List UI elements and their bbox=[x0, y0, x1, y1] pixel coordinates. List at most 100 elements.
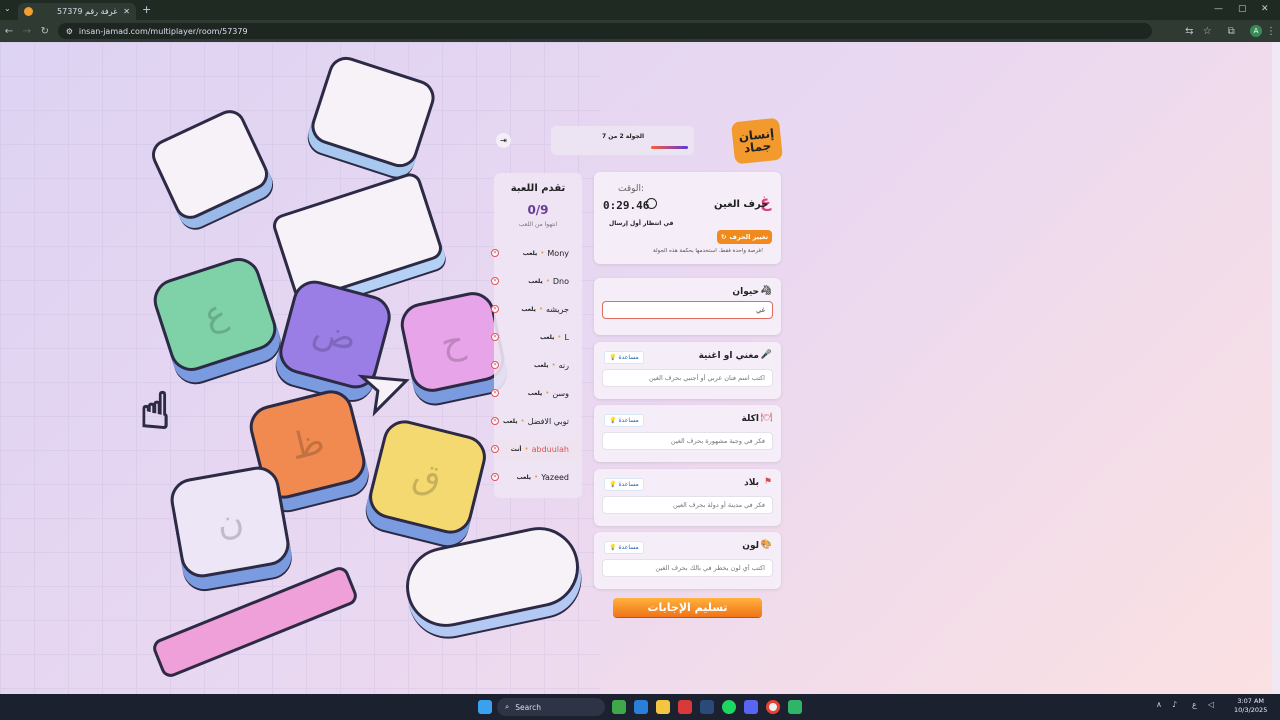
volume-icon[interactable]: ◁ bbox=[1208, 700, 1214, 709]
kick-player-icon[interactable]: ✕ bbox=[491, 249, 499, 257]
clock-date: 10/3/2025 bbox=[1234, 706, 1268, 714]
category-answer-input[interactable] bbox=[602, 559, 773, 577]
discord-icon[interactable] bbox=[744, 700, 758, 714]
player-status: يلعب bbox=[539, 333, 555, 341]
category-name: حيوان bbox=[732, 287, 759, 297]
refresh-icon: ↻ bbox=[720, 233, 727, 241]
taskbar-search[interactable]: ⌕ Search bbox=[497, 698, 605, 716]
lightbulb-icon: 💡 bbox=[609, 480, 617, 488]
player-row: ✕ يلعب • L bbox=[491, 326, 581, 348]
player-status: يلعب bbox=[516, 473, 532, 481]
player-name: Mony bbox=[547, 248, 569, 258]
progress-count: 0/9 bbox=[527, 203, 549, 217]
category-icon: 🍽 bbox=[760, 413, 772, 423]
player-row: ✕ يلعب • وسن bbox=[491, 382, 581, 404]
hint-icon: • bbox=[524, 445, 529, 453]
minimize-icon[interactable]: — bbox=[1214, 4, 1223, 14]
player-row: ✕ يلعب • جريشه bbox=[491, 298, 581, 320]
player-name: رنه bbox=[558, 360, 569, 370]
category-card: 🎨 لون 💡 مساعدة bbox=[594, 532, 781, 589]
game-progress-panel: تقدم اللعبة 0/9 انتهوا من اللعب ✕ يلعب • Mo… bbox=[491, 173, 582, 498]
hint-icon: • bbox=[538, 305, 543, 313]
player-status: يلعب bbox=[528, 277, 543, 285]
submit-answers-button[interactable]: تسليم الإجابات bbox=[613, 598, 762, 617]
search-icon: ⌕ bbox=[505, 702, 510, 711]
help-label: مساعدة bbox=[618, 480, 639, 488]
category-card: 🦓 حيوان bbox=[594, 278, 781, 335]
windows-taskbar: ⌕ Search ∧ ♪ ع ◁ 3:07 AM 10/3/2025 bbox=[0, 694, 1280, 720]
player-status: يلعب bbox=[521, 305, 536, 313]
category-answer-input[interactable] bbox=[602, 432, 773, 450]
xbox-icon[interactable] bbox=[612, 700, 626, 714]
maximize-icon[interactable]: ▢ bbox=[1238, 4, 1247, 14]
tray-chevron-icon[interactable]: ∧ bbox=[1156, 700, 1162, 709]
search-label: Search bbox=[515, 702, 541, 712]
language-indicator[interactable]: ع bbox=[1192, 700, 1197, 709]
help-button[interactable]: 💡 مساعدة bbox=[604, 477, 644, 491]
category-answer-input[interactable] bbox=[602, 495, 773, 514]
tab-menu-icon[interactable]: ⌄ bbox=[4, 4, 11, 13]
new-tab-icon[interactable]: + bbox=[142, 3, 151, 16]
category-card: ⚑ بلاد 💡 مساعدة bbox=[594, 468, 781, 526]
start-icon[interactable] bbox=[478, 700, 492, 714]
player-row: ✕ يلعب • Yazeed bbox=[491, 466, 581, 488]
url-field[interactable]: ⚙ insan-jamad.com/multiplayer/room/57379 bbox=[57, 23, 1153, 39]
category-answer-input[interactable] bbox=[602, 368, 773, 387]
close-tab-icon[interactable]: ✕ bbox=[123, 7, 130, 16]
player-row: ✕ يلعب • Dno bbox=[491, 270, 581, 292]
progress-title: تقدم اللعبة bbox=[510, 183, 566, 194]
change-letter-note: فرصة واحدة فقط. استخدمها بحكمة هذه الجول… bbox=[653, 248, 764, 254]
steam-icon[interactable] bbox=[700, 700, 714, 714]
close-window-icon[interactable]: ✕ bbox=[1261, 4, 1269, 14]
page-scrollbar[interactable] bbox=[1272, 42, 1280, 694]
progress-subtitle: انتهوا من اللعب bbox=[518, 221, 558, 228]
change-letter-button[interactable]: ↻ تغيير الحرف bbox=[717, 230, 772, 244]
kick-player-icon[interactable]: ✕ bbox=[491, 305, 499, 313]
back-icon[interactable]: ← bbox=[0, 26, 18, 37]
spotify-icon[interactable] bbox=[722, 700, 736, 714]
file-explorer-icon[interactable] bbox=[656, 700, 670, 714]
leave-room-icon[interactable]: ⇥ bbox=[496, 133, 511, 148]
reload-icon[interactable]: ↻ bbox=[36, 26, 54, 37]
edge-icon[interactable] bbox=[634, 700, 648, 714]
whatsapp-icon[interactable] bbox=[788, 700, 802, 714]
help-button[interactable]: 💡 مساعدة bbox=[604, 541, 644, 554]
kick-player-icon[interactable]: ✕ bbox=[491, 417, 499, 425]
category-icon: 🎨 bbox=[760, 540, 772, 550]
kick-player-icon[interactable]: ✕ bbox=[491, 361, 499, 369]
kick-player-icon[interactable]: ✕ bbox=[491, 277, 499, 285]
lightbulb-icon: 💡 bbox=[609, 544, 617, 551]
chrome-icon[interactable] bbox=[766, 700, 780, 714]
extensions-icon[interactable]: ⧉ bbox=[1222, 26, 1240, 37]
player-name: Dno bbox=[552, 276, 569, 286]
player-status: أنت bbox=[510, 445, 522, 453]
category-card: 🎤 مغني او اغنية 💡 مساعدة bbox=[594, 341, 781, 399]
forward-icon[interactable]: → bbox=[18, 26, 36, 37]
help-button[interactable]: 💡 مساعدة bbox=[604, 350, 644, 364]
profile-avatar[interactable]: A bbox=[1250, 25, 1263, 37]
round-indicator: الجولة 2 من 7 bbox=[551, 126, 694, 155]
bookmark-star-icon[interactable]: ☆ bbox=[1198, 26, 1216, 37]
site-info-icon[interactable]: ⚙ bbox=[66, 27, 73, 36]
kick-player-icon[interactable]: ✕ bbox=[491, 389, 499, 397]
category-answer-input[interactable] bbox=[602, 301, 773, 319]
kick-player-icon[interactable]: ✕ bbox=[491, 445, 499, 453]
hint-icon: • bbox=[534, 473, 539, 481]
player-status: يلعب bbox=[534, 361, 549, 369]
waiting-status: في انتظار أول إرسال bbox=[609, 220, 674, 227]
app-red-icon[interactable] bbox=[678, 700, 692, 714]
player-status: يلعب bbox=[522, 249, 538, 257]
browser-tab[interactable]: غرفة رقم 57379 ✕ bbox=[18, 3, 136, 20]
translate-icon[interactable]: ⇆ bbox=[1180, 26, 1198, 37]
site-logo[interactable]: إنسان جماد bbox=[730, 117, 784, 165]
mic-icon[interactable]: ♪ bbox=[1172, 700, 1177, 709]
player-name: جريشه bbox=[545, 304, 569, 314]
help-button[interactable]: 💡 مساعدة bbox=[604, 414, 644, 427]
browser-titlebar: ⌄ غرفة رقم 57379 ✕ + — ▢ ✕ bbox=[0, 0, 1280, 20]
system-clock[interactable]: 3:07 AM 10/3/2025 bbox=[1234, 697, 1267, 715]
kick-player-icon[interactable]: ✕ bbox=[491, 473, 499, 481]
tab-title: غرفة رقم 57379 bbox=[57, 7, 118, 16]
category-name: مغني او اغنية bbox=[698, 350, 759, 361]
browser-menu-icon[interactable]: ⋮ bbox=[1262, 26, 1280, 37]
kick-player-icon[interactable]: ✕ bbox=[491, 333, 499, 341]
